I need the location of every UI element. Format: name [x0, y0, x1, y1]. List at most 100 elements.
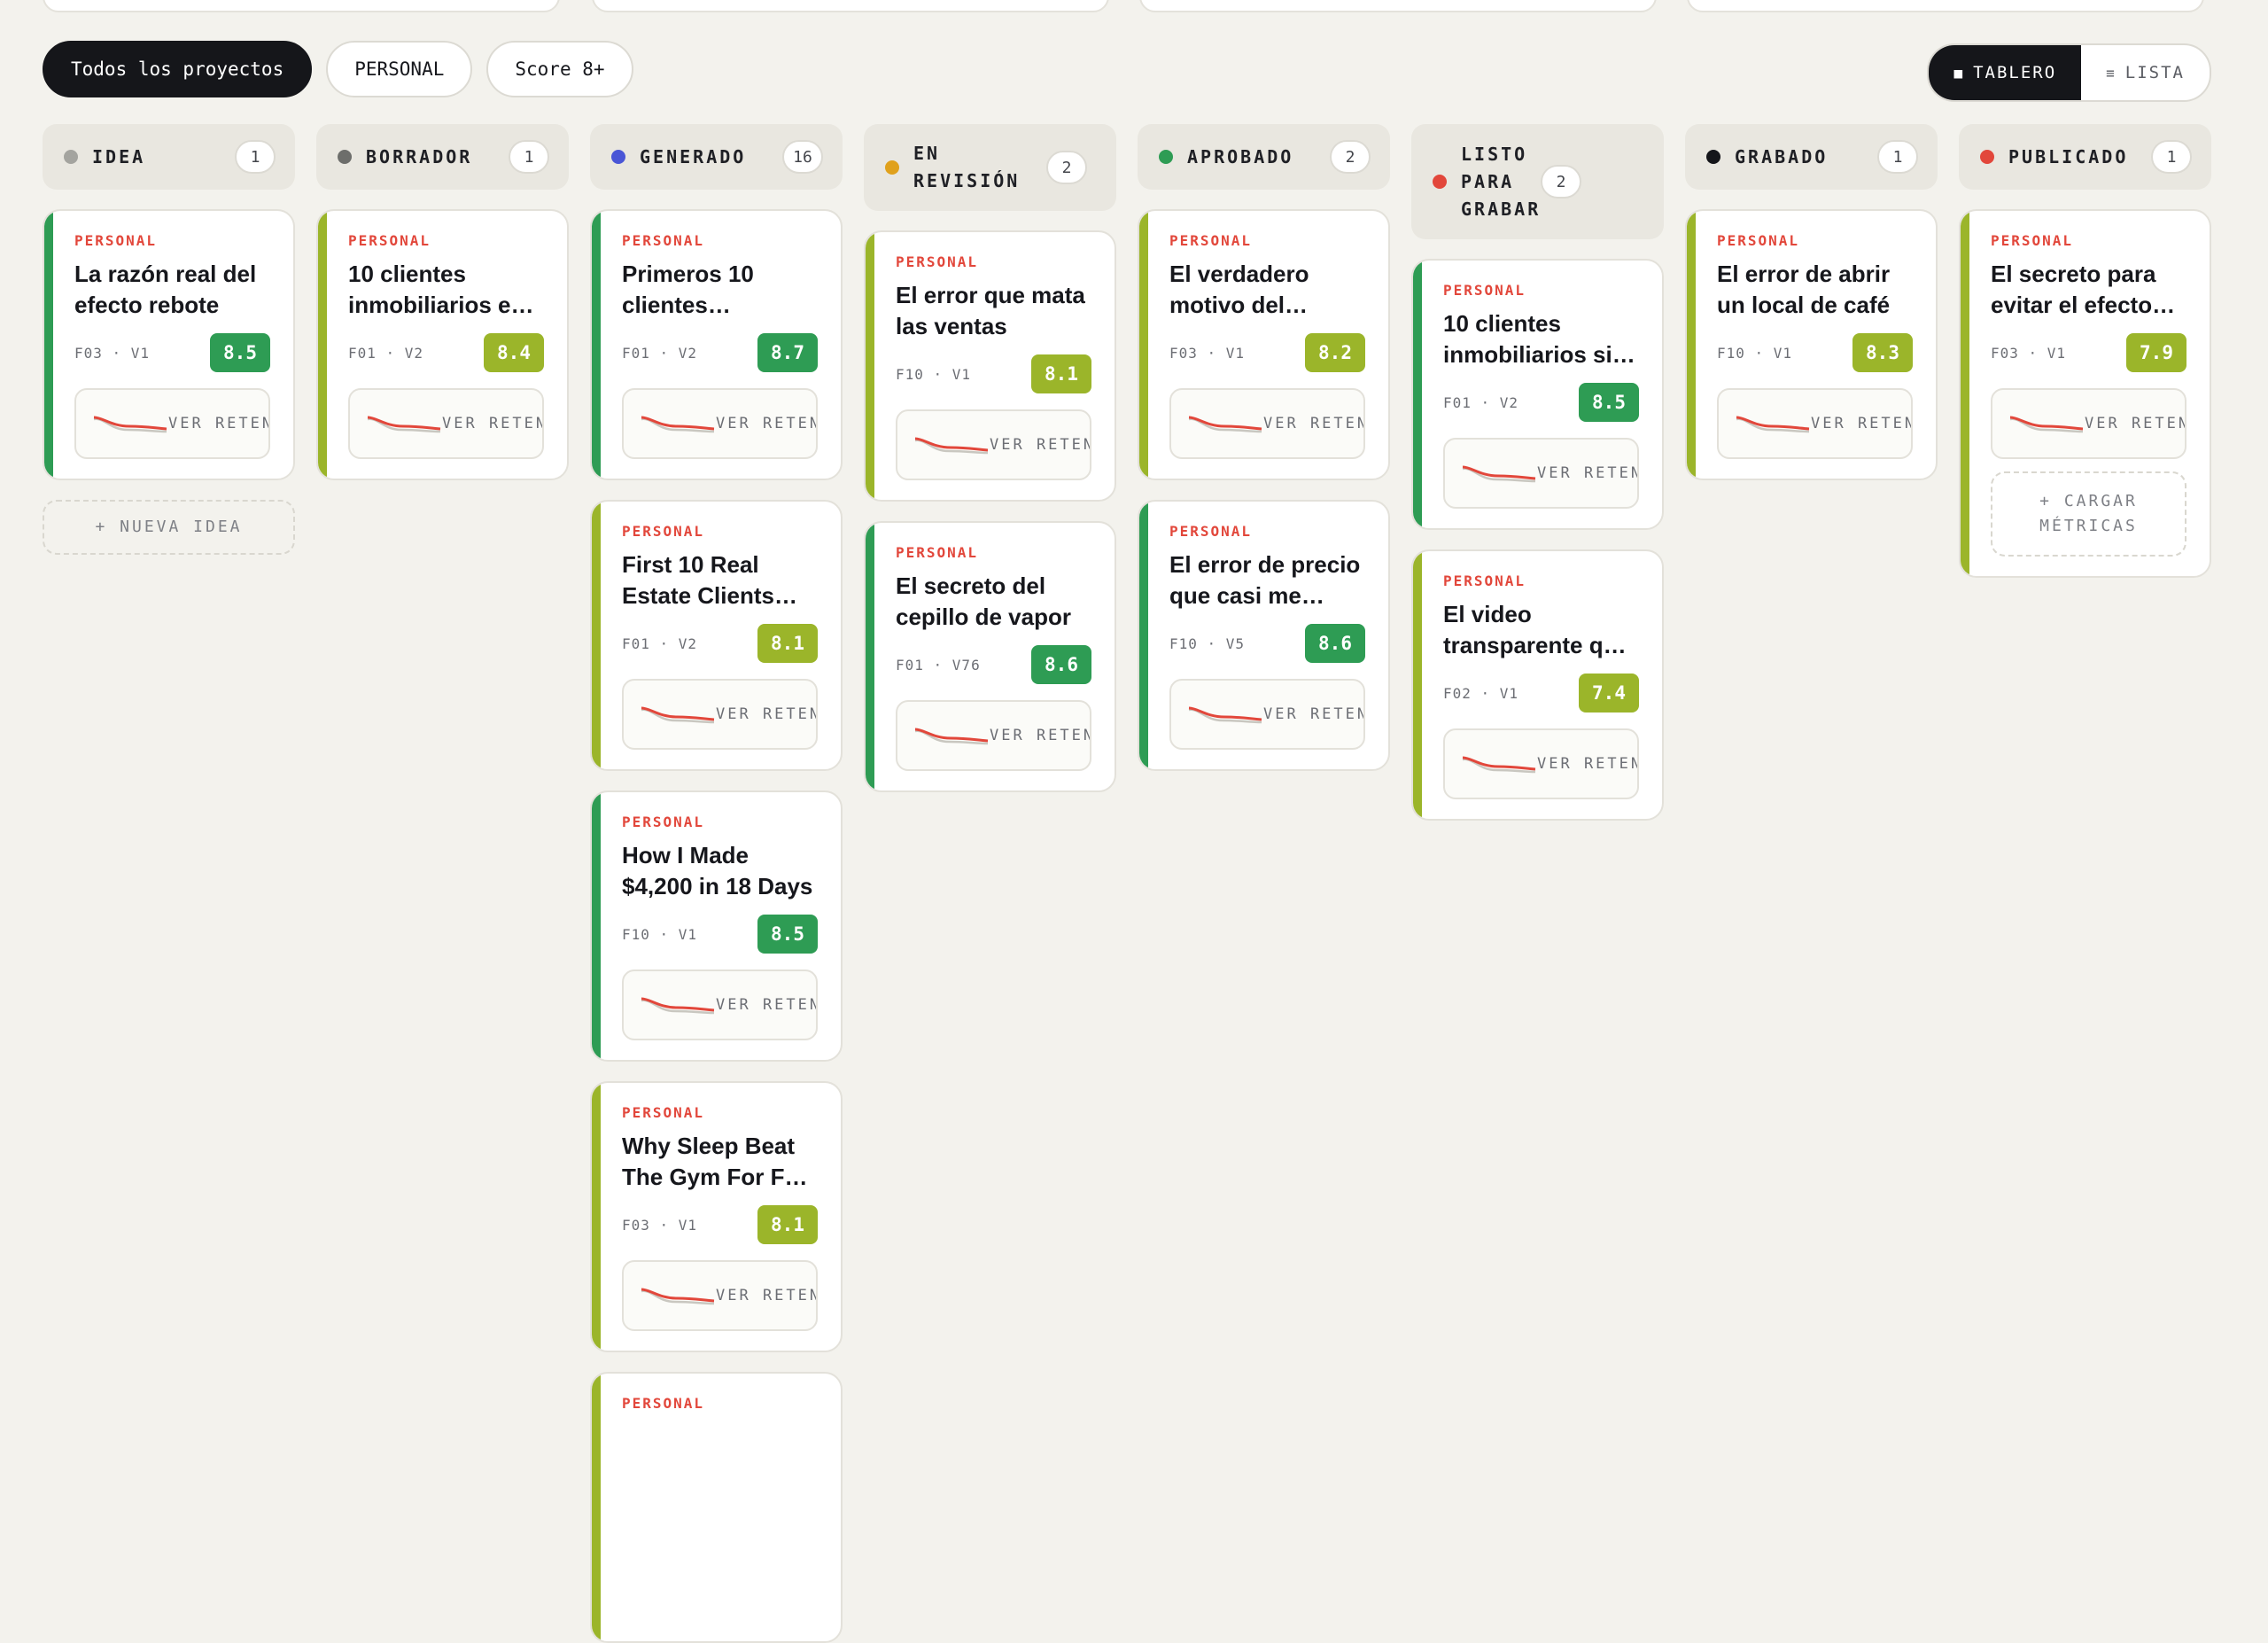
- filter-personal[interactable]: PERSONAL: [326, 41, 473, 97]
- board-view-button[interactable]: ■ TABLERO: [1929, 45, 2082, 100]
- view-retention-label: VER RETENCIÓN: [1263, 705, 1363, 723]
- filter-score-8[interactable]: Score 8+: [486, 41, 633, 97]
- card-meta-row: F03 · V1 7.9: [1991, 333, 2186, 372]
- script-card[interactable]: PERSONAL El error que mata las ventas F10 …: [864, 230, 1116, 502]
- column-header[interactable]: GRABADO 1: [1685, 124, 1938, 190]
- score-badge: 8.3: [1852, 333, 1913, 372]
- script-card[interactable]: PERSONAL 10 clientes inmobiliarios sin an…: [1411, 259, 1664, 530]
- view-retention-button[interactable]: VER RETENCIÓN: [348, 388, 544, 459]
- view-retention-label: VER RETENCIÓN: [716, 995, 816, 1014]
- card-meta-row: F10 · V1 8.1: [896, 354, 1091, 393]
- column-header[interactable]: IDEA 1: [43, 124, 295, 190]
- retention-sparkline-icon: [1736, 416, 1810, 433]
- script-card[interactable]: PERSONAL Why Sleep Beat The Gym For Fat L…: [590, 1081, 843, 1352]
- view-retention-button[interactable]: VER RETENCIÓN: [622, 1260, 818, 1331]
- view-retention-button[interactable]: VER RETENCIÓN: [896, 409, 1091, 480]
- column-count-badge: 1: [509, 140, 549, 174]
- view-retention-button[interactable]: VER RETENCIÓN: [1443, 438, 1639, 509]
- card-meta-row: F03 · V1 8.5: [74, 333, 270, 372]
- score-badge: 8.2: [1305, 333, 1365, 372]
- script-card[interactable]: PERSONAL El error de precio que casi me c…: [1138, 500, 1390, 771]
- card-status-bar: [1139, 211, 1148, 479]
- filter-all-projects[interactable]: Todos los proyectos: [43, 41, 313, 97]
- column-header[interactable]: PUBLICADO 1: [1959, 124, 2211, 190]
- stat-card-stub: [592, 0, 1109, 12]
- retention-sparkline-icon: [914, 728, 989, 745]
- column-header[interactable]: EN REVISIÓN 2: [864, 124, 1116, 211]
- script-card[interactable]: PERSONAL El verdadero motivo del estancam…: [1138, 209, 1390, 480]
- column-header[interactable]: BORRADOR 1: [316, 124, 569, 190]
- script-card[interactable]: PERSONAL El secreto del cepillo de vapor F…: [864, 521, 1116, 792]
- score-badge: 8.1: [757, 624, 818, 663]
- card-project-tag: PERSONAL: [622, 232, 705, 249]
- view-retention-label: VER RETENCIÓN: [442, 414, 542, 432]
- card-status-bar: [592, 792, 601, 1060]
- status-dot: [338, 150, 352, 164]
- card-project-tag: PERSONAL: [1443, 282, 1526, 299]
- view-retention-button[interactable]: VER RETENCIÓN: [1717, 388, 1913, 459]
- score-badge: 7.9: [2126, 333, 2186, 372]
- stat-card-stub: [43, 0, 560, 12]
- script-card[interactable]: PERSONAL First 10 Real Estate Clients Fas…: [590, 500, 843, 771]
- card-format-version: F10 · V5: [1169, 635, 1246, 652]
- status-dot: [611, 150, 625, 164]
- view-retention-button[interactable]: VER RETENCIÓN: [74, 388, 270, 459]
- script-card[interactable]: PERSONAL 10 clientes inmobiliarios en 30 …: [316, 209, 569, 480]
- score-badge: 8.6: [1305, 624, 1365, 663]
- card-project-tag: PERSONAL: [348, 232, 431, 249]
- card-title: Primeros 10 clientes inmobiliarios: [622, 261, 754, 318]
- card-status-bar: [866, 232, 874, 500]
- column-header[interactable]: GENERADO 16: [590, 124, 843, 190]
- card-status-bar: [1139, 502, 1148, 769]
- view-retention-button[interactable]: VER RETENCIÓN: [1991, 388, 2186, 459]
- retention-sparkline-icon: [641, 706, 715, 724]
- column-title: EN REVISIÓN: [913, 143, 1021, 191]
- retention-sparkline-icon: [641, 997, 715, 1015]
- card-title: El secreto del cepillo de vapor: [896, 572, 1071, 630]
- script-card[interactable]: PERSONAL El error de abrir un local de ca…: [1685, 209, 1938, 480]
- script-card[interactable]: PERSONAL How I Made $4,200 in 18 Days F10 …: [590, 790, 843, 1062]
- card-title: El error de abrir un local de café: [1717, 261, 1891, 318]
- card-project-tag: PERSONAL: [622, 814, 705, 830]
- card-format-version: F01 · V76: [896, 656, 981, 674]
- card-title: First 10 Real Estate Clients Fast: [622, 551, 774, 609]
- card-status-bar: [592, 1374, 601, 1641]
- view-retention-button[interactable]: VER RETENCIÓN: [1169, 388, 1365, 459]
- retention-sparkline-icon: [2009, 416, 2084, 433]
- retention-sparkline-icon: [641, 416, 715, 433]
- column-aprobado: APROBADO 2 PERSONAL El verdadero motivo del…: [1138, 124, 1390, 771]
- retention-sparkline-icon: [367, 416, 441, 433]
- score-badge: 8.5: [210, 333, 270, 372]
- status-dot: [1433, 175, 1447, 189]
- view-retention-button[interactable]: VER RETENCIÓN: [1169, 679, 1365, 750]
- view-retention-button[interactable]: VER RETENCIÓN: [896, 700, 1091, 771]
- card-format-version: F03 · V1: [1991, 344, 2067, 362]
- script-card[interactable]: PERSONAL El video transparente que funcio…: [1411, 549, 1664, 821]
- column-listo: LISTO PARA GRABAR 2 PERSONAL 10 clientes in…: [1411, 124, 1664, 821]
- script-card[interactable]: PERSONAL La razón real del efecto rebote F…: [43, 209, 295, 480]
- view-retention-button[interactable]: VER RETENCIÓN: [622, 969, 818, 1040]
- script-card[interactable]: PERSONAL: [590, 1372, 843, 1643]
- script-card[interactable]: PERSONAL Primeros 10 clientes inmobiliari…: [590, 209, 843, 480]
- list-view-button[interactable]: ≡ LISTA: [2081, 45, 2210, 100]
- card-project-tag: PERSONAL: [74, 232, 158, 249]
- score-badge: 7.4: [1579, 674, 1639, 712]
- column-header[interactable]: LISTO PARA GRABAR 2: [1411, 124, 1664, 239]
- column-borrador: BORRADOR 1 PERSONAL 10 clientes inmobiliari…: [316, 124, 569, 480]
- card-format-version: F01 · V2: [622, 344, 698, 362]
- card-status-bar: [318, 211, 327, 479]
- view-retention-button[interactable]: VER RETENCIÓN: [622, 679, 818, 750]
- view-retention-button[interactable]: VER RETENCIÓN: [1443, 728, 1639, 799]
- view-toggle: ■ TABLERO ≡ LISTA: [1927, 43, 2211, 102]
- column-header[interactable]: APROBADO 2: [1138, 124, 1390, 190]
- new-idea-button[interactable]: + NUEVA IDEA: [43, 500, 295, 555]
- upload-metrics-button[interactable]: + CARGAR MÉTRICAS: [1991, 471, 2186, 557]
- view-retention-button[interactable]: VER RETENCIÓN: [622, 388, 818, 459]
- card-meta-row: F01 · V2 8.1: [622, 624, 818, 663]
- script-card[interactable]: PERSONAL El secreto para evitar el efecto…: [1959, 209, 2211, 578]
- card-title: El video transparente que funcionó: [1443, 601, 1630, 658]
- card-title: La razón real del efecto rebote: [74, 261, 257, 318]
- column-publicado: PUBLICADO 1 PERSONAL El secreto para evitar…: [1959, 124, 2211, 578]
- card-status-bar: [1413, 261, 1422, 528]
- card-meta-row: F10 · V1 8.5: [622, 915, 818, 954]
